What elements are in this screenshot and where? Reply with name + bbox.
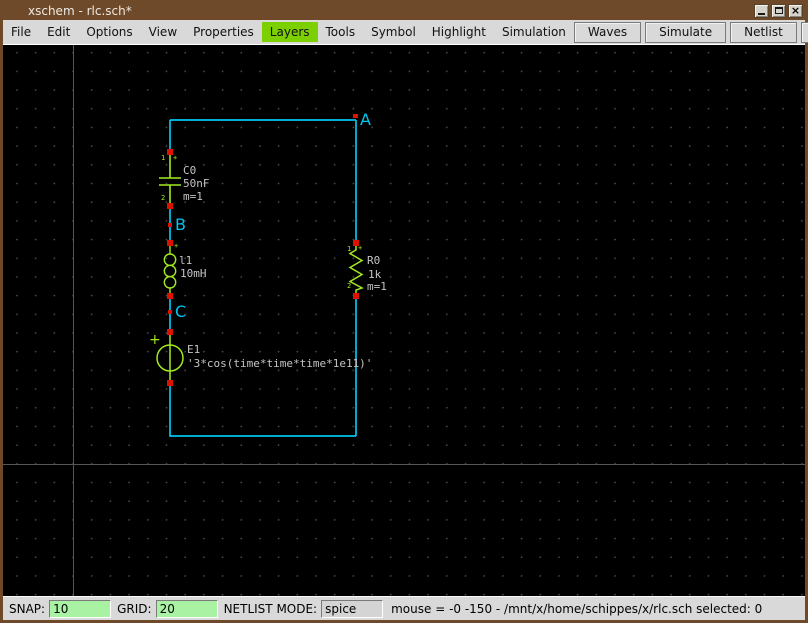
menu-properties[interactable]: Properties	[185, 22, 262, 42]
xschem-window: xschem - rlc.sch* × File Edit Options Vi…	[0, 0, 808, 623]
netlist-mode-label: NETLIST MODE:	[223, 601, 318, 616]
minimize-icon	[758, 13, 765, 15]
help-button[interactable]: Help	[800, 21, 808, 43]
node-label-c[interactable]: C	[175, 304, 186, 320]
netlist-mode-input[interactable]	[321, 599, 384, 618]
window-title: xschem - rlc.sch*	[28, 3, 132, 18]
resistor-mult[interactable]: m=1	[367, 281, 387, 292]
menubar: File Edit Options View Properties Layers…	[3, 20, 808, 45]
menu-tools[interactable]: Tools	[318, 22, 364, 42]
close-button[interactable]: ×	[788, 3, 803, 18]
resistor-pin2-number: 2	[347, 282, 352, 290]
maximize-button[interactable]	[771, 3, 786, 18]
capacitor-plus-mark: +	[173, 154, 178, 162]
schematic-canvas[interactable]: A B C C0 50nF m=1 1 + 2 l1 10mH + E1 '3*…	[3, 45, 805, 596]
inductor-symbol[interactable]	[163, 243, 177, 296]
window-controls: ×	[754, 3, 803, 18]
close-icon: ×	[790, 4, 801, 17]
grid-label: GRID:	[117, 601, 152, 616]
resistor-ref[interactable]: R0	[367, 255, 380, 266]
titlebar[interactable]: xschem - rlc.sch* ×	[3, 1, 805, 20]
node-label-a[interactable]: A	[360, 112, 371, 128]
source-ref[interactable]: E1	[187, 344, 200, 355]
menu-file[interactable]: File	[3, 22, 39, 42]
waves-button[interactable]: Waves	[573, 21, 642, 43]
capacitor-mult[interactable]: m=1	[183, 191, 203, 202]
capacitor-pin2-number: 2	[161, 194, 166, 202]
maximize-icon	[774, 7, 783, 14]
voltage-source-symbol[interactable]	[156, 332, 184, 383]
resistor-pin1-number: 1	[347, 245, 352, 253]
capacitor-value[interactable]: 50nF	[183, 178, 210, 189]
source-plus-mark: +	[149, 332, 161, 348]
snap-label: SNAP:	[9, 601, 46, 616]
statusbar: SNAP: GRID: NETLIST MODE: mouse = -0 -15…	[3, 596, 805, 620]
resistor-plus-mark: +	[358, 244, 363, 252]
capacitor-ref[interactable]: C0	[183, 165, 196, 176]
menu-options[interactable]: Options	[78, 22, 140, 42]
menu-symbol[interactable]: Symbol	[363, 22, 424, 42]
snap-input[interactable]	[49, 599, 112, 618]
menu-simulation[interactable]: Simulation	[494, 22, 574, 42]
simulate-button[interactable]: Simulate	[645, 21, 727, 43]
menu-layers[interactable]: Layers	[261, 22, 318, 42]
inductor-ref[interactable]: l1	[179, 255, 192, 266]
menu-edit[interactable]: Edit	[39, 22, 78, 42]
axis-lines	[3, 45, 805, 596]
menu-highlight[interactable]: Highlight	[424, 22, 494, 42]
minimize-button[interactable]	[754, 3, 769, 18]
source-expression[interactable]: '3*cos(time*time*time*1e11)'	[187, 358, 372, 369]
mouse-info: mouse = -0 -150 - /mnt/x/home/schippes/x…	[391, 601, 763, 616]
capacitor-pin1-number: 1	[161, 154, 166, 162]
resistor-value[interactable]: 1k	[368, 269, 381, 280]
node-label-b[interactable]: B	[175, 217, 186, 233]
menu-view[interactable]: View	[141, 22, 185, 42]
grid-input[interactable]	[155, 599, 218, 618]
netlist-button[interactable]: Netlist	[730, 21, 797, 43]
inductor-plus-mark: +	[174, 242, 179, 250]
inductor-value[interactable]: 10mH	[180, 268, 207, 279]
